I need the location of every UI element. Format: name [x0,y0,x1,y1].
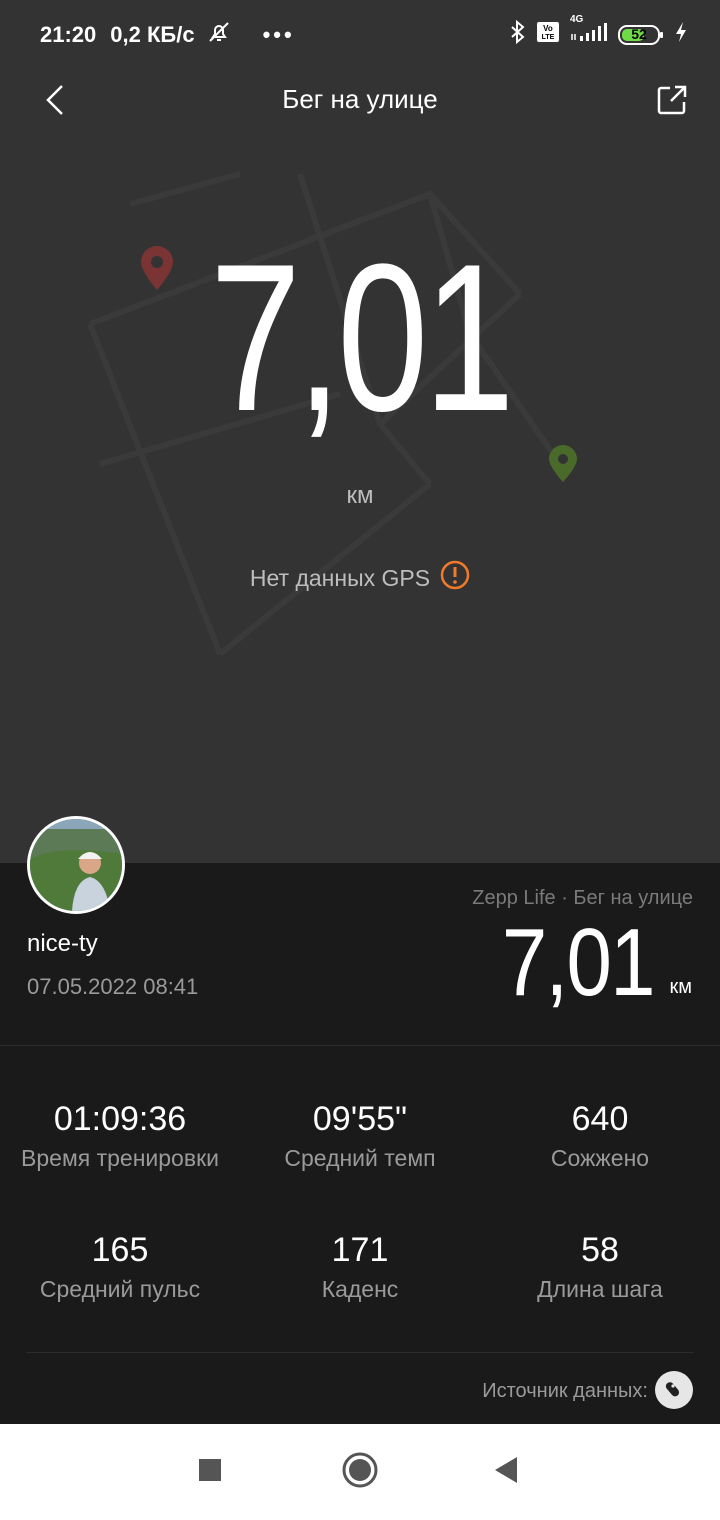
data-source-button[interactable] [655,1371,693,1409]
band-icon [662,1376,686,1405]
stat-avg-pace: 09'55" Средний темп [240,1100,480,1172]
stat-workout-time: 01:09:36 Время тренировки [0,1100,240,1172]
home-button[interactable] [340,1452,380,1492]
triangle-back-icon [493,1456,519,1489]
network-type-label: 4G [570,14,584,25]
bluetooth-icon [510,19,526,49]
signal-icon: 4G [570,14,608,49]
status-bar: 21:20 0,2 КБ/с ••• Vo LTE 4G 52 [0,0,720,70]
divider [27,1352,693,1353]
share-button[interactable] [652,80,692,124]
gps-status: Нет данных GPS [0,560,720,596]
stat-cadence: 171 Каденс [240,1231,480,1303]
stat-value: 58 [581,1231,619,1269]
stat-label: Средний пульс [39,1276,201,1302]
stat-label: Каденс [321,1276,399,1302]
charging-icon [674,20,688,49]
card-distance-value: 7,01 [501,909,656,1016]
stat-label: Средний темп [284,1145,436,1171]
distance-value: 7,01 [209,220,515,455]
volte-icon: Vo LTE [536,20,560,49]
system-nav-bar [0,1424,720,1520]
divider [0,1045,720,1046]
stat-label: Длина шага [537,1276,663,1302]
stat-label: Сожжено [550,1145,650,1171]
stat-value: 640 [571,1100,629,1138]
battery-icon: 52 [618,24,664,46]
more-notifications-icon: ••• [262,22,295,47]
page-title: Бег на улице [282,84,438,114]
svg-text:Vo: Vo [543,24,553,33]
share-icon [656,84,688,121]
back-nav-button[interactable] [486,1452,526,1492]
status-time: 21:20 [40,22,97,47]
mute-bell-icon [207,20,231,50]
stat-value: 09'55" [312,1100,408,1138]
warning-icon[interactable] [440,560,470,596]
source-app-line: Zepp Life · Бег на улице [472,887,693,909]
gps-message: Нет данных GPS [249,564,431,591]
card-distance-unit: км [669,976,693,998]
stat-avg-heart-rate: 165 Средний пульс [0,1231,240,1303]
status-net-speed: 0,2 КБ/с [110,22,195,47]
home-circle-icon [341,1451,379,1494]
header: Бег на улице [0,70,720,134]
distance-unit: км [346,482,374,509]
stat-label: Время тренировки [21,1145,219,1171]
svg-text:LTE: LTE [542,34,555,41]
recents-button[interactable] [190,1452,230,1492]
stat-calories: 640 Сожжено [480,1100,720,1172]
stat-value: 01:09:36 [53,1100,187,1138]
stat-value: 171 [331,1231,389,1269]
username: nice-ty [27,930,98,957]
stat-value: 165 [91,1231,149,1269]
workout-datetime: 07.05.2022 08:41 [27,974,199,999]
stat-stride-length: 58 Длина шага [480,1231,720,1303]
battery-level: 52 [631,25,647,42]
avatar[interactable] [27,816,125,914]
square-icon [198,1458,222,1487]
data-source-label: Источник данных: [482,1380,648,1402]
